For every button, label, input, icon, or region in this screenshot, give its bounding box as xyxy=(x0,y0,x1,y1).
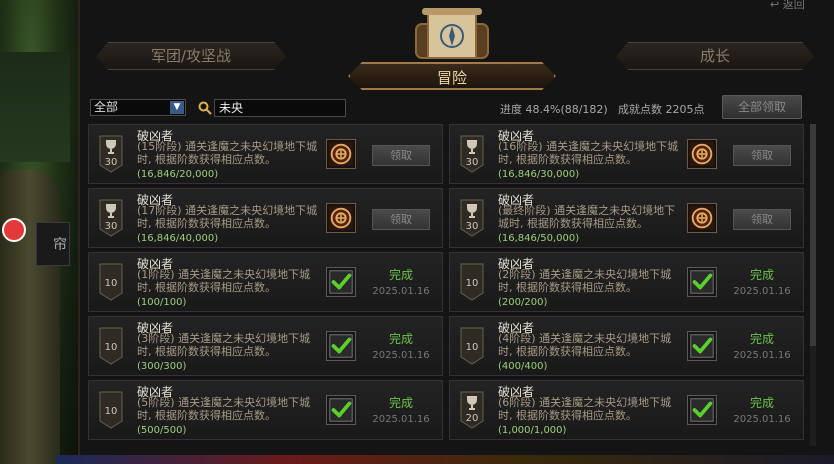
achievement-desc: (17阶段) 通关逢魔之未央幻境地下城时, 根据阶数获得相应点数。 xyxy=(137,204,318,230)
points-badge-icon xyxy=(99,327,123,365)
checkmark-icon xyxy=(687,331,717,361)
achievement-progress: (200/200) xyxy=(498,297,548,308)
completed-status: 完成 xyxy=(749,268,774,282)
search-icon xyxy=(198,101,212,115)
achievement-desc: (最终阶段) 通关逢魔之未央幻境地下城时, 根据阶数获得相应点数。 xyxy=(498,204,676,230)
achievement-desc: (15阶段) 通关逢魔之未央幻境地下城时, 根据阶数获得相应点数。 xyxy=(137,140,318,166)
points-badge-icon xyxy=(99,391,123,429)
checkmark-icon xyxy=(326,267,356,297)
achievement-desc: (3阶段) 通关逢魔之未央幻境地下城时, 根据阶数获得相应点数。 xyxy=(137,332,311,358)
completed-status: 完成 xyxy=(749,332,774,346)
achievement-card: 30 破凶者 (17阶段) 通关逢魔之未央幻境地下城时, 根据阶数获得相应点数。 (1… xyxy=(88,188,443,248)
achievement-card: 20 破凶者 (6阶段) 通关逢魔之未央幻境地下城时, 根据阶数获得相应点数。 (1,… xyxy=(449,380,804,440)
points-badge-icon xyxy=(460,263,484,301)
tab-legion-raid[interactable]: 军团/攻坚战 xyxy=(96,42,286,70)
side-tab[interactable]: 帘 xyxy=(36,222,70,266)
tab-growth[interactable]: 成长 xyxy=(616,42,814,70)
chevron-down-icon[interactable]: ▼ xyxy=(170,101,184,114)
points-badge-icon xyxy=(460,391,484,429)
achievement-progress: (500/500) xyxy=(137,425,187,436)
achievement-card: 30 破凶者 (最终阶段) 通关逢魔之未央幻境地下城时, 根据阶数获得相应点数。 (1… xyxy=(449,188,804,248)
completed-status: 完成 xyxy=(388,396,413,410)
achievement-progress: (16,846/30,000) xyxy=(498,169,580,180)
claim-button[interactable]: 领取 xyxy=(372,145,430,166)
achievement-card: 10 破凶者 (3阶段) 通关逢魔之未央幻境地下城时, 根据阶数获得相应点数。 (30… xyxy=(88,316,443,376)
search-input[interactable]: 未央 xyxy=(214,99,346,117)
claim-button[interactable]: 领取 xyxy=(372,209,430,230)
player-character xyxy=(0,218,26,258)
checkmark-icon xyxy=(687,395,717,425)
points-badge-icon xyxy=(99,199,123,237)
completed-date: 2025.01.16 xyxy=(733,350,791,361)
tab-adventure[interactable]: 冒险 xyxy=(348,62,556,90)
claim-button[interactable]: 领取 xyxy=(733,209,791,230)
scene-tree-trunk xyxy=(0,170,60,464)
back-label: 返回 xyxy=(782,0,805,11)
medal-icon xyxy=(326,203,356,233)
completed-status: 完成 xyxy=(388,332,413,346)
achievement-progress: (100/100) xyxy=(137,297,187,308)
scroll-compass-icon xyxy=(415,8,489,59)
achievement-desc: (4阶段) 通关逢魔之未央幻境地下城时, 根据阶数获得相应点数。 xyxy=(498,332,672,358)
achievement-desc: (1阶段) 通关逢魔之未央幻境地下城时, 根据阶数获得相应点数。 xyxy=(137,268,311,294)
completed-date: 2025.01.16 xyxy=(733,286,791,297)
scene-bookshelf xyxy=(0,52,70,162)
checkmark-icon xyxy=(326,395,356,425)
medal-icon xyxy=(687,203,717,233)
achievement-card: 30 破凶者 (15阶段) 通关逢魔之未央幻境地下城时, 根据阶数获得相应点数。 (1… xyxy=(88,124,443,184)
checkmark-icon xyxy=(687,267,717,297)
scrollbar[interactable] xyxy=(810,124,816,446)
achievement-progress: (400/400) xyxy=(498,361,548,372)
achievement-card: 30 破凶者 (16阶段) 通关逢魔之未央幻境地下城时, 根据阶数获得相应点数。 (1… xyxy=(449,124,804,184)
achievement-card: 10 破凶者 (5阶段) 通关逢魔之未央幻境地下城时, 根据阶数获得相应点数。 (50… xyxy=(88,380,443,440)
medal-icon xyxy=(687,139,717,169)
game-taskbar xyxy=(56,455,834,464)
points-badge-icon xyxy=(99,263,123,301)
achievement-progress: (1,000/1,000) xyxy=(498,425,567,436)
points-badge-icon xyxy=(460,199,484,237)
completed-date: 2025.01.16 xyxy=(372,350,430,361)
claim-button[interactable]: 领取 xyxy=(733,145,791,166)
achievement-progress: (300/300) xyxy=(137,361,187,372)
achievement-desc: (2阶段) 通关逢魔之未央幻境地下城时, 根据阶数获得相应点数。 xyxy=(498,268,672,294)
achievement-card: 10 破凶者 (1阶段) 通关逢魔之未央幻境地下城时, 根据阶数获得相应点数。 (10… xyxy=(88,252,443,312)
progress-text: 进度 48.4%(88/182) xyxy=(500,103,608,116)
achievement-points: 成就点数 2205点 xyxy=(618,103,705,116)
achievement-desc: (16阶段) 通关逢魔之未央幻境地下城时, 根据阶数获得相应点数。 xyxy=(498,140,679,166)
achievement-progress: (16,846/20,000) xyxy=(137,169,219,180)
medal-icon xyxy=(326,139,356,169)
points-badge-icon xyxy=(460,135,484,173)
category-dropdown[interactable]: 全部 ▼ xyxy=(90,99,186,116)
achievement-desc: (5阶段) 通关逢魔之未央幻境地下城时, 根据阶数获得相应点数。 xyxy=(137,396,311,422)
achievement-progress: (16,846/50,000) xyxy=(498,233,580,244)
achievement-card: 10 破凶者 (2阶段) 通关逢魔之未央幻境地下城时, 根据阶数获得相应点数。 (20… xyxy=(449,252,804,312)
category-value: 全部 xyxy=(94,100,119,114)
completed-date: 2025.01.16 xyxy=(733,414,791,425)
achievement-card: 10 破凶者 (4阶段) 通关逢魔之未央幻境地下城时, 根据阶数获得相应点数。 (40… xyxy=(449,316,804,376)
scrollbar-thumb[interactable] xyxy=(810,124,816,346)
back-button[interactable]: ↩ 返回 xyxy=(770,0,805,12)
points-badge-icon xyxy=(460,327,484,365)
achievement-desc: (6阶段) 通关逢魔之未央幻境地下城时, 根据阶数获得相应点数。 xyxy=(498,396,672,422)
completed-date: 2025.01.16 xyxy=(372,414,430,425)
completed-status: 完成 xyxy=(749,396,774,410)
claim-all-button[interactable]: 全部领取 xyxy=(722,95,802,119)
completed-status: 完成 xyxy=(388,268,413,282)
achievement-progress: (16,846/40,000) xyxy=(137,233,219,244)
completed-date: 2025.01.16 xyxy=(372,286,430,297)
checkmark-icon xyxy=(326,331,356,361)
points-badge-icon xyxy=(99,135,123,173)
back-icon: ↩ xyxy=(770,0,780,11)
